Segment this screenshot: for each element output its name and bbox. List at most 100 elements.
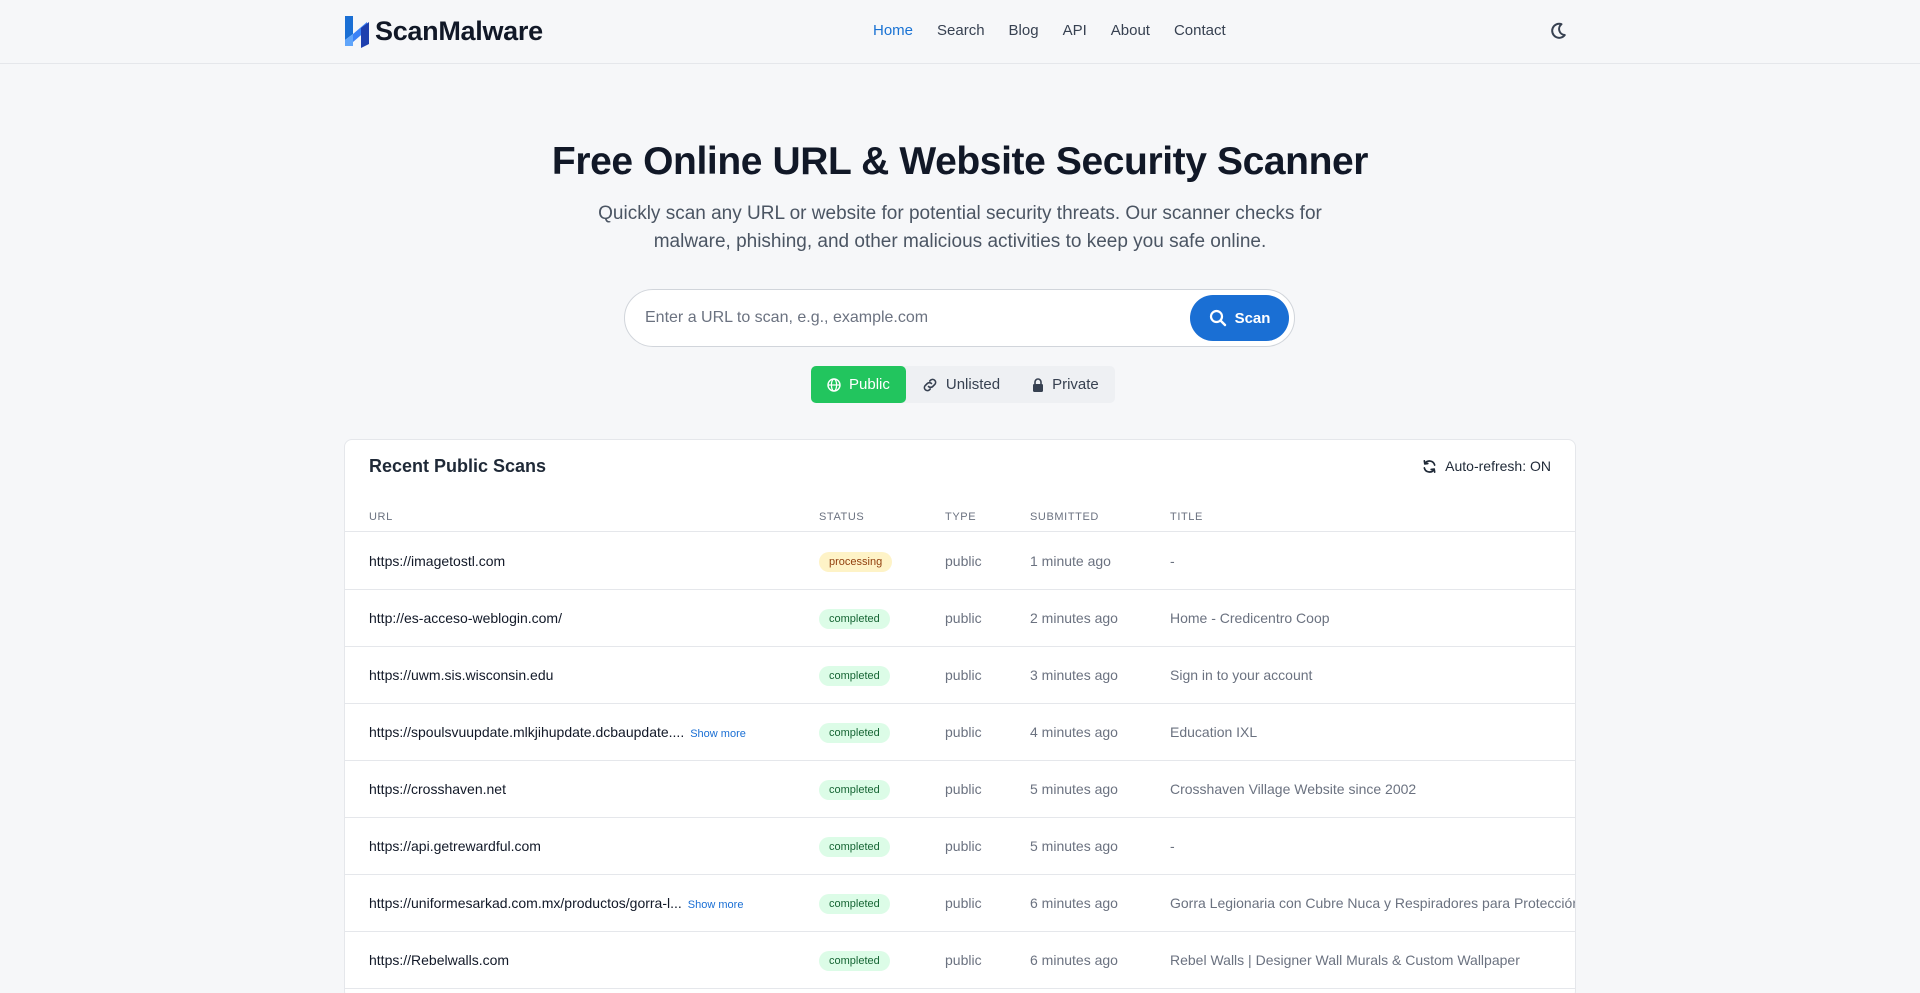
scan-title-cell: Education IXL — [1170, 724, 1258, 740]
scan-form: Scan — [624, 289, 1295, 347]
nav-about[interactable]: About — [1111, 22, 1150, 39]
scan-submitted-cell: 4 minutes ago — [1030, 724, 1118, 740]
auto-refresh-label: Auto-refresh: ON — [1445, 458, 1551, 474]
scan-submitted-cell: 3 minutes ago — [1030, 667, 1118, 683]
table-row[interactable]: https://Rebelwalls.com completed public 6 m… — [345, 932, 1575, 989]
scan-type-cell: public — [945, 667, 982, 683]
visibility-unlisted-label: Unlisted — [945, 376, 1001, 393]
nav-blog[interactable]: Blog — [1009, 22, 1039, 39]
page-subtitle: Quickly scan any URL or website for pote… — [598, 203, 1322, 252]
nav-search[interactable]: Search — [937, 22, 985, 39]
column-submitted: Submitted — [1030, 511, 1099, 523]
table-row[interactable]: https://api.getrewardful.com completed pub… — [345, 818, 1575, 875]
status-badge: completed — [819, 609, 890, 630]
scan-url-cell: https://api.getrewardful.com — [369, 818, 541, 875]
search-icon — [1209, 309, 1226, 327]
scan-submitted-cell: 6 minutes ago — [1030, 952, 1118, 968]
status-badge: completed — [819, 951, 890, 972]
visibility-public-label: Public — [849, 376, 890, 393]
scan-title-cell: Crosshaven Village Website since 2002 — [1170, 781, 1417, 797]
scan-url-cell: https://uwm.sis.wisconsin.edu — [369, 647, 553, 704]
column-status: Status — [819, 511, 865, 523]
moon-icon[interactable] — [1548, 21, 1568, 41]
scan-url-link[interactable]: https://Rebelwalls.com — [369, 952, 509, 968]
table-row[interactable]: https://spoulsvuupdate.mlkjihupdate.dcba… — [345, 704, 1575, 763]
scan-status-cell: completed — [819, 761, 890, 818]
refresh-icon — [1423, 459, 1436, 473]
table-row[interactable]: https://uwm.sis.wisconsin.edu completed pu… — [345, 647, 1575, 704]
scan-title-cell: - — [1170, 838, 1175, 854]
nav-contact[interactable]: Contact — [1174, 22, 1226, 39]
scan-url-link[interactable]: https://imagetostl.com — [369, 553, 505, 569]
table-row[interactable]: https://uniformesarkad.com.mx/productos/… — [345, 875, 1576, 934]
scan-url-link[interactable]: https://uwm.sis.wisconsin.edu — [369, 667, 553, 683]
scan-type-cell: public — [945, 610, 982, 626]
status-badge: completed — [819, 780, 890, 801]
scan-type-cell: public — [945, 724, 982, 740]
link-icon — [923, 378, 937, 391]
table-row[interactable]: https://crosshaven.net completed public 5 m… — [345, 761, 1575, 818]
scan-button[interactable]: Scan — [1190, 295, 1289, 341]
scan-title-cell: Gorra Legionaria con Cubre Nuca y Respir… — [1170, 895, 1576, 911]
scan-status-cell: completed — [819, 818, 890, 875]
scan-url-cell: https://imagetostl.com — [369, 533, 505, 590]
scan-button-label: Scan — [1234, 309, 1271, 327]
scan-submitted-cell: 2 minutes ago — [1030, 610, 1118, 626]
scan-url-cell: https://Rebelwalls.com — [369, 932, 509, 989]
visibility-unlisted[interactable]: Unlisted — [906, 366, 1016, 403]
scan-url-cell: https://uniformesarkad.com.mx/productos/… — [369, 875, 743, 934]
scan-status-cell: completed — [819, 647, 890, 704]
visibility-public[interactable]: Public — [811, 366, 906, 403]
show-more-link[interactable]: Show more — [688, 899, 744, 911]
column-title: Title — [1170, 511, 1203, 523]
scan-type-cell: public — [945, 895, 982, 911]
scan-type-cell: public — [945, 838, 982, 854]
main-nav: Home Search Blog API About Contact — [873, 22, 1226, 39]
auto-refresh-toggle[interactable]: Auto-refresh: ON — [1422, 458, 1551, 474]
scan-status-cell: completed — [819, 875, 890, 932]
scan-status-cell: completed — [819, 932, 890, 989]
nav-home[interactable]: Home — [873, 22, 913, 39]
visibility-private[interactable]: Private — [1016, 366, 1115, 403]
scan-submitted-cell: 6 minutes ago — [1030, 895, 1118, 911]
table-row[interactable]: http://es-acceso-weblogin.com/completed p… — [345, 590, 1575, 647]
recent-scans-card: Recent Public Scans Auto-refresh: ON URL… — [344, 439, 1576, 993]
site-header: ScanMalware Home Search Blog API About C… — [0, 0, 1920, 64]
column-type: Type — [945, 511, 977, 523]
scans-table-body: https://imagetostl.com processing public 1 … — [345, 533, 1576, 989]
visibility-toggle: Public Unlisted Private — [811, 366, 1115, 403]
scan-status-cell: completed — [819, 704, 890, 761]
status-badge: processing — [819, 552, 893, 573]
scan-url-link[interactable]: https://crosshaven.net — [369, 781, 506, 797]
url-input[interactable] — [645, 290, 1165, 346]
page-title: Free Online URL & Website Security Scann… — [551, 140, 1369, 183]
logo[interactable]: ScanMalware — [343, 14, 543, 48]
scan-type-cell: public — [945, 781, 982, 797]
scan-url-cell: https://crosshaven.net — [369, 761, 506, 818]
column-url: URL — [369, 511, 393, 523]
scan-type-cell: public — [945, 553, 982, 569]
visibility-private-label: Private — [1052, 376, 1099, 393]
scan-title-cell: - — [1170, 553, 1175, 569]
scan-submitted-cell: 5 minutes ago — [1030, 781, 1118, 797]
scan-url-link[interactable]: https://api.getrewardful.com — [369, 838, 541, 854]
scan-type-cell: public — [945, 952, 982, 968]
status-badge: completed — [819, 666, 890, 687]
scan-title-cell: Sign in to your account — [1170, 667, 1313, 683]
scanmalware-logo-icon — [345, 16, 369, 48]
nav-api[interactable]: API — [1063, 22, 1087, 39]
show-more-link[interactable]: Show more — [690, 728, 746, 740]
scan-url-link[interactable]: http://es-acceso-weblogin.com/ — [369, 610, 562, 626]
scan-url-cell: https://spoulsvuupdate.mlkjihupdate.dcba… — [369, 704, 746, 763]
scan-url-cell: http://es-acceso-weblogin.com/ — [369, 590, 562, 647]
status-badge: completed — [819, 837, 890, 858]
table-row[interactable]: https://imagetostl.com processing public 1 … — [345, 533, 1575, 590]
scan-url-link[interactable]: https://uniformesarkad.com.mx/productos/… — [369, 895, 682, 911]
status-badge: completed — [819, 894, 890, 915]
brand-name: ScanMalware — [375, 15, 543, 46]
table-header: URL Status Type Submitted Title — [345, 502, 1575, 532]
scan-url-link[interactable]: https://spoulsvuupdate.mlkjihupdate.dcba… — [369, 724, 684, 740]
recent-scans-title: Recent Public Scans — [369, 456, 547, 476]
scan-submitted-cell: 1 minute ago — [1030, 553, 1111, 569]
scan-title-cell: Rebel Walls | Designer Wall Murals & Cus… — [1170, 952, 1520, 968]
